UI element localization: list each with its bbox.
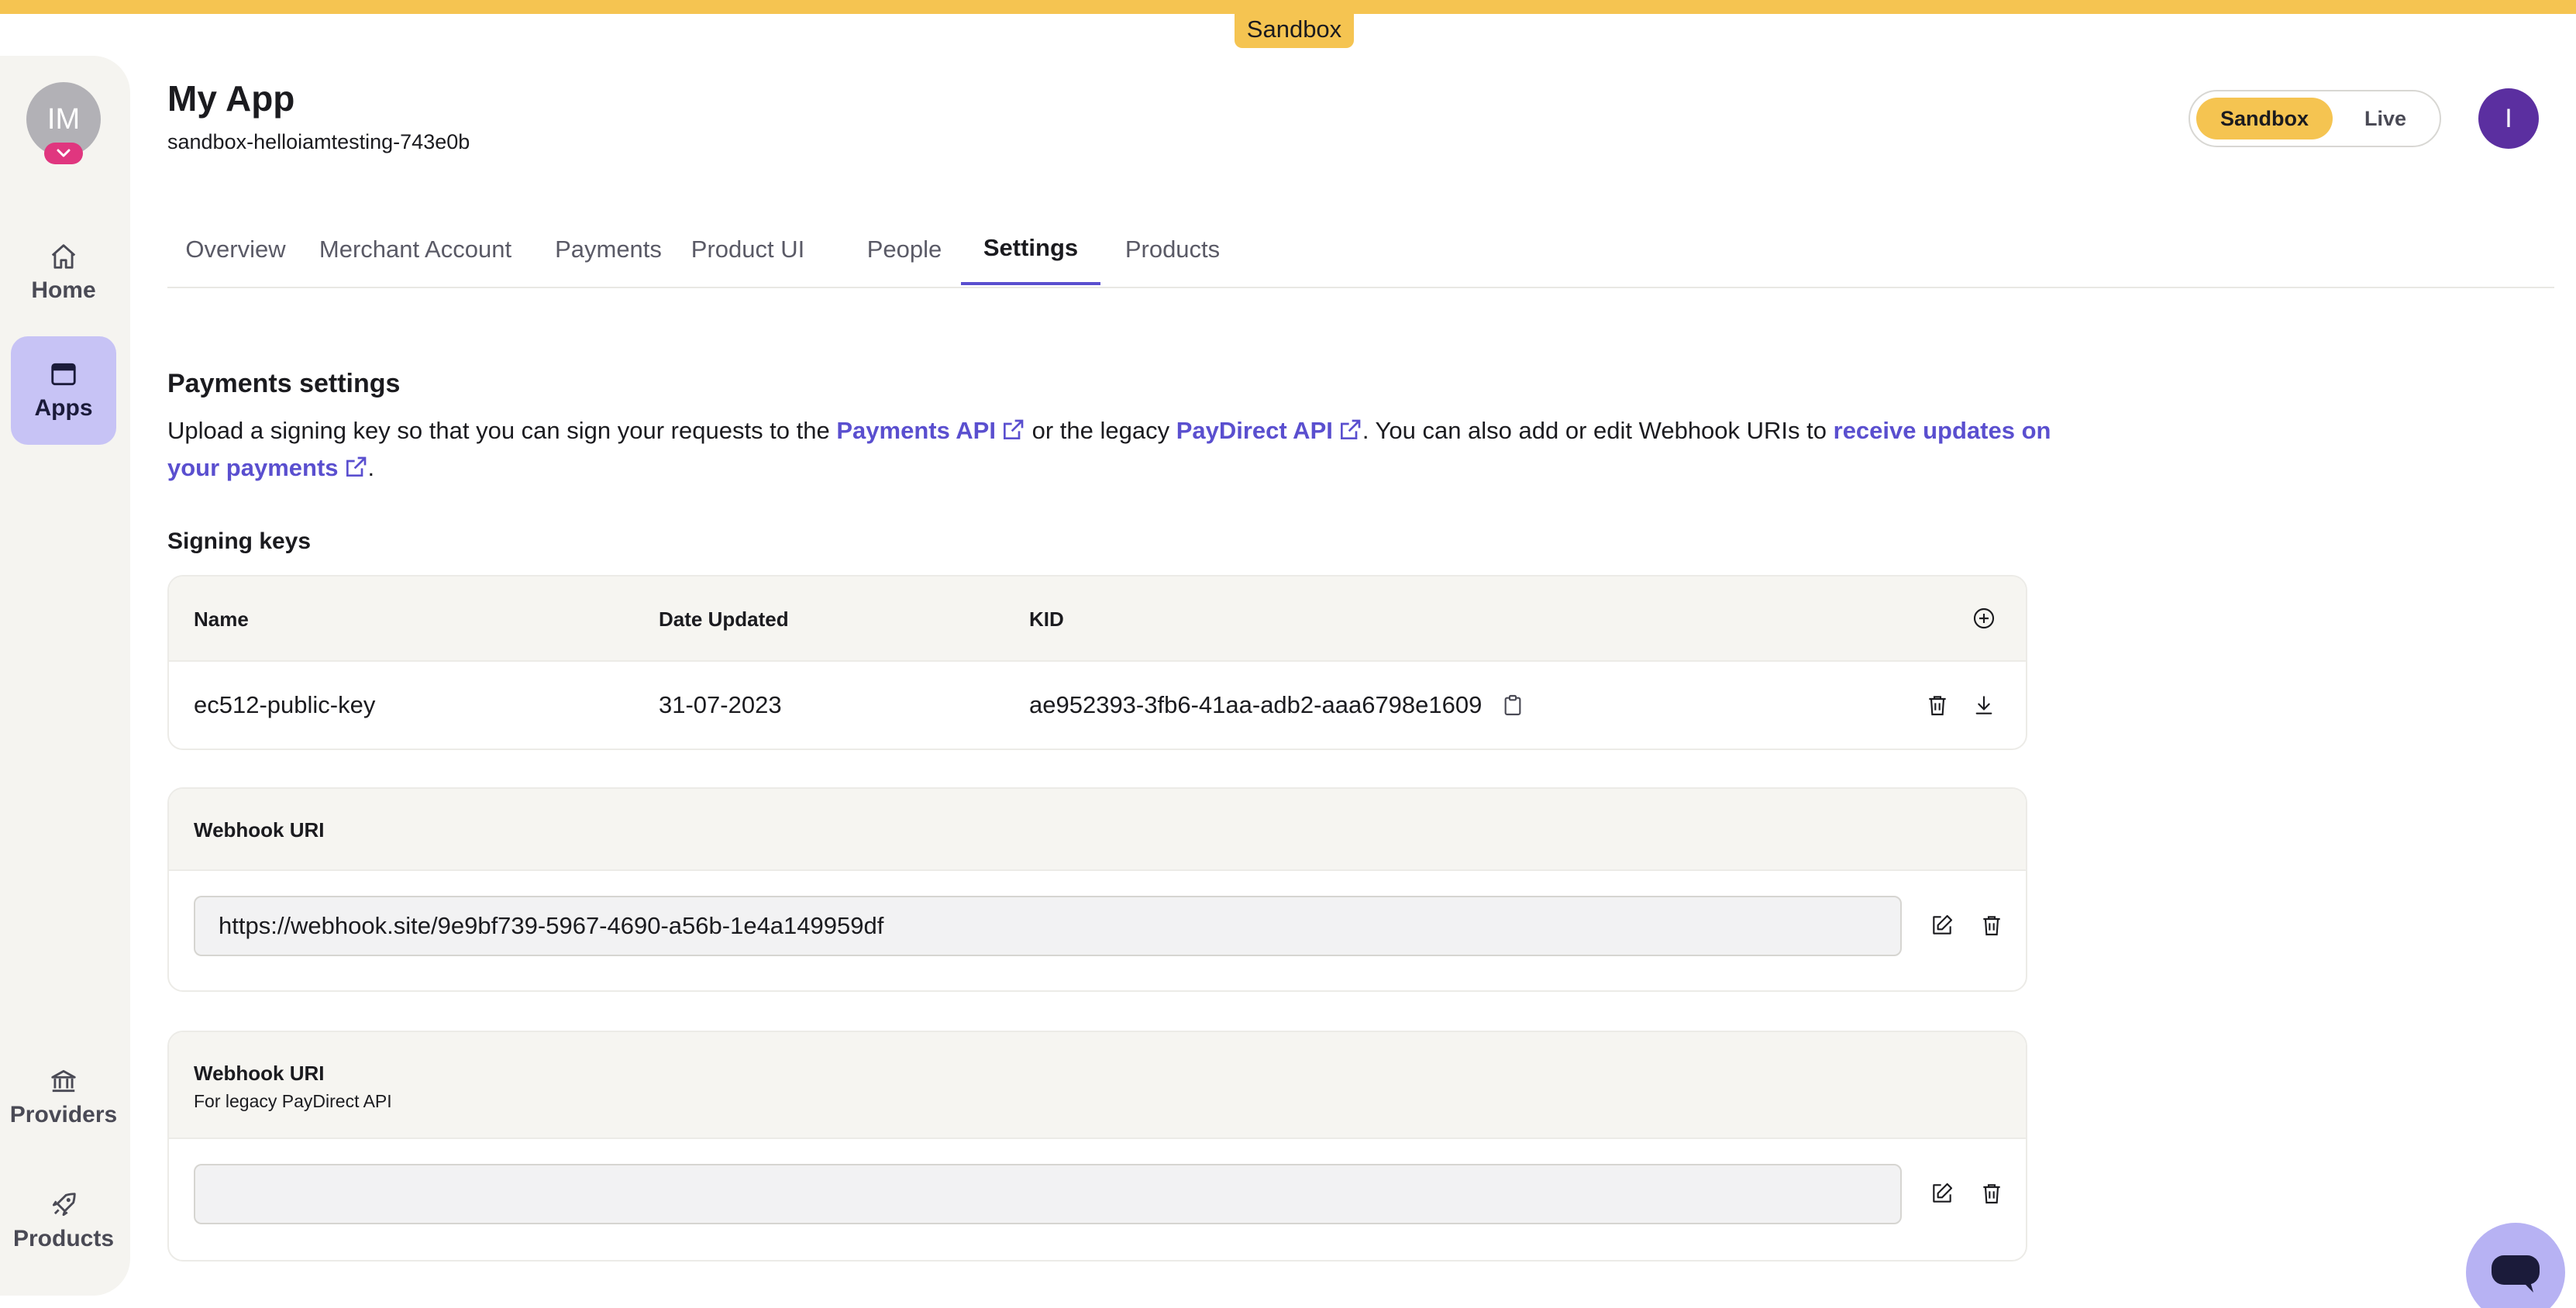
sidebar-item-products[interactable]: Products	[11, 1167, 116, 1275]
chat-button[interactable]	[2466, 1223, 2565, 1308]
edit-icon	[1933, 914, 1953, 935]
tab-payments[interactable]: Payments	[547, 214, 670, 285]
window-icon	[51, 363, 76, 386]
payments-api-link[interactable]: Payments API	[836, 417, 1025, 444]
key-kid: ae952393-3fb6-41aa-adb2-aaa6798e1609	[1029, 691, 1483, 718]
tab-people[interactable]: People	[842, 214, 967, 285]
legacy-webhook-card: Webhook URI For legacy PayDirect API	[167, 1031, 2027, 1262]
download-key-button[interactable]	[1968, 690, 1999, 721]
tab-products[interactable]: Products	[1108, 214, 1237, 285]
legacy-webhook-subtitle: For legacy PayDirect API	[194, 1091, 392, 1111]
delete-webhook-button[interactable]	[1976, 910, 2007, 941]
tab-merchant-account[interactable]: Merchant Account	[315, 214, 516, 285]
signing-keys-title: Signing keys	[167, 528, 312, 554]
section-title: Payments settings	[167, 369, 401, 398]
edit-webhook-button[interactable]	[1927, 910, 1958, 941]
tab-product-ui[interactable]: Product UI	[684, 214, 812, 285]
column-header-date: Date Updated	[659, 608, 789, 631]
delete-key-button[interactable]	[1922, 690, 1953, 721]
trash-icon	[1929, 696, 1946, 716]
sidebar-item-label: Apps	[34, 395, 93, 421]
key-date: 31-07-2023	[659, 691, 782, 718]
table-row: ec512-public-key 31-07-2023 ae952393-3fb…	[169, 662, 2026, 749]
sidebar-item-label: Products	[12, 1226, 115, 1251]
sidebar-item-providers[interactable]: Providers	[9, 1043, 118, 1151]
environment-badge: Sandbox	[1235, 11, 1354, 48]
edit-legacy-webhook-button[interactable]	[1927, 1178, 1958, 1209]
column-header-name: Name	[194, 608, 249, 631]
rocket-icon	[52, 1193, 76, 1217]
section-description: Upload a signing key so that you can sig…	[167, 417, 2051, 481]
paydirect-api-link[interactable]: PayDirect API	[1176, 417, 1362, 444]
tab-bar: Overview Merchant Account Payments Produ…	[167, 214, 2027, 285]
legacy-webhook-card-header: Webhook URI For legacy PayDirect API	[169, 1032, 2026, 1139]
webhook-uri-input[interactable]	[194, 896, 1902, 956]
tab-settings[interactable]: Settings	[961, 214, 1100, 285]
webhook-card-header: Webhook URI	[169, 789, 2026, 871]
webhook-title: Webhook URI	[194, 818, 325, 842]
tab-overview[interactable]: Overview	[167, 214, 304, 285]
bank-icon	[51, 1069, 76, 1093]
webhook-card: Webhook URI	[167, 787, 2027, 992]
key-name: ec512-public-key	[194, 691, 376, 718]
sidebar: IM Home Apps Providers Products	[0, 56, 130, 1296]
sidebar-item-home[interactable]: Home	[11, 219, 116, 327]
app-id: sandbox-helloiamtesting-743e0b	[167, 130, 470, 153]
environment-toggle: Sandbox Live	[2189, 90, 2441, 147]
edit-icon	[1933, 1182, 1953, 1203]
legacy-webhook-title: Webhook URI	[194, 1062, 325, 1085]
page-title: My App	[167, 78, 295, 119]
env-option-live[interactable]: Live	[2339, 98, 2432, 139]
chat-icon	[2492, 1255, 2540, 1293]
signing-keys-table: Name Date Updated KID ec512-public-key 3…	[167, 575, 2027, 750]
external-link-icon	[1340, 419, 1361, 439]
env-option-sandbox[interactable]: Sandbox	[2196, 98, 2333, 139]
external-link-icon	[1003, 419, 1024, 439]
trash-icon	[1983, 916, 2000, 936]
home-icon	[51, 244, 76, 269]
trash-icon	[1983, 1184, 2000, 1204]
sidebar-item-label: Home	[31, 277, 96, 303]
add-key-button[interactable]	[1968, 603, 1999, 634]
tab-divider	[167, 287, 2554, 288]
external-link-icon	[346, 456, 366, 477]
org-switcher-chevron-icon[interactable]	[44, 143, 83, 164]
download-icon	[1975, 696, 1992, 714]
column-header-kid: KID	[1029, 608, 1064, 631]
user-avatar[interactable]: I	[2478, 88, 2539, 149]
sidebar-item-label: Providers	[9, 1102, 118, 1127]
sidebar-item-apps[interactable]: Apps	[11, 336, 116, 445]
table-header: Name Date Updated KID	[169, 577, 2026, 662]
delete-legacy-webhook-button[interactable]	[1976, 1178, 2007, 1209]
copy-kid-button[interactable]	[1497, 690, 1528, 721]
clipboard-icon	[1504, 694, 1521, 716]
legacy-webhook-uri-input[interactable]	[194, 1164, 1902, 1224]
plus-circle-icon	[1973, 608, 1995, 629]
